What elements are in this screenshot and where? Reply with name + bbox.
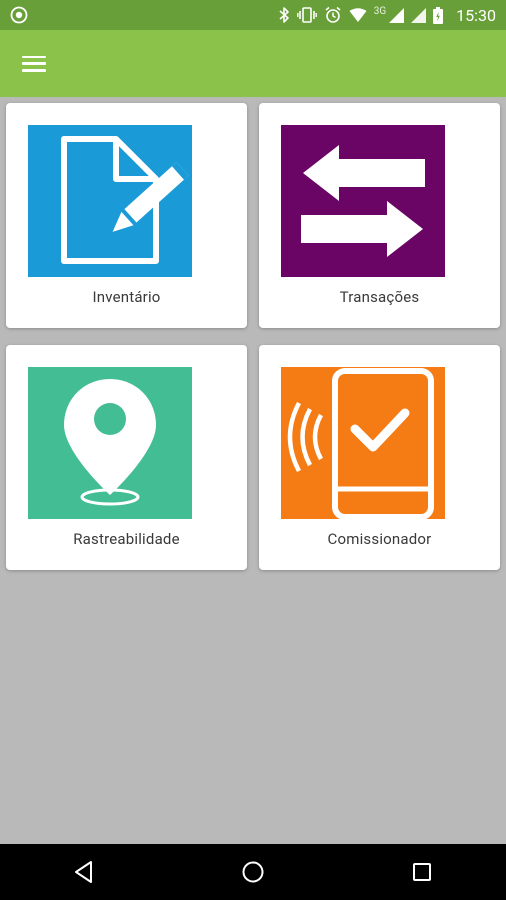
network-type-label: 3G [373,5,387,17]
tile-label: Inventário [92,288,161,306]
tile-rastreabilidade[interactable]: Rastreabilidade [6,345,247,570]
navigation-bar [0,844,506,900]
hamburger-menu-icon[interactable] [22,54,46,74]
wifi-icon [349,7,367,22]
back-icon[interactable] [64,852,104,892]
edit-document-icon [28,125,192,277]
location-pin-icon [28,367,192,519]
status-time: 15:30 [456,5,496,25]
nfc-phone-check-icon [281,367,445,519]
tile-label: Rastreabilidade [73,530,180,548]
app-notification-icon [10,6,28,24]
tile-label: Transações [339,288,420,306]
alarm-icon [325,6,341,23]
battery-icon [433,6,444,24]
signal-icon [411,7,427,23]
tile-label: Comissionador [327,530,432,548]
signal-icon [389,7,405,23]
tile-transacoes[interactable]: Transações [259,103,500,328]
bluetooth-icon [279,7,289,23]
tile-inventario[interactable]: Inventário [6,103,247,328]
tile-comissionador[interactable]: Comissionador [259,345,500,570]
swap-arrows-icon [281,125,445,277]
home-icon[interactable] [233,852,273,892]
app-bar [0,30,506,97]
status-bar: 3G 15:30 [0,0,506,30]
vibrate-icon [296,7,317,23]
recents-icon[interactable] [402,852,442,892]
